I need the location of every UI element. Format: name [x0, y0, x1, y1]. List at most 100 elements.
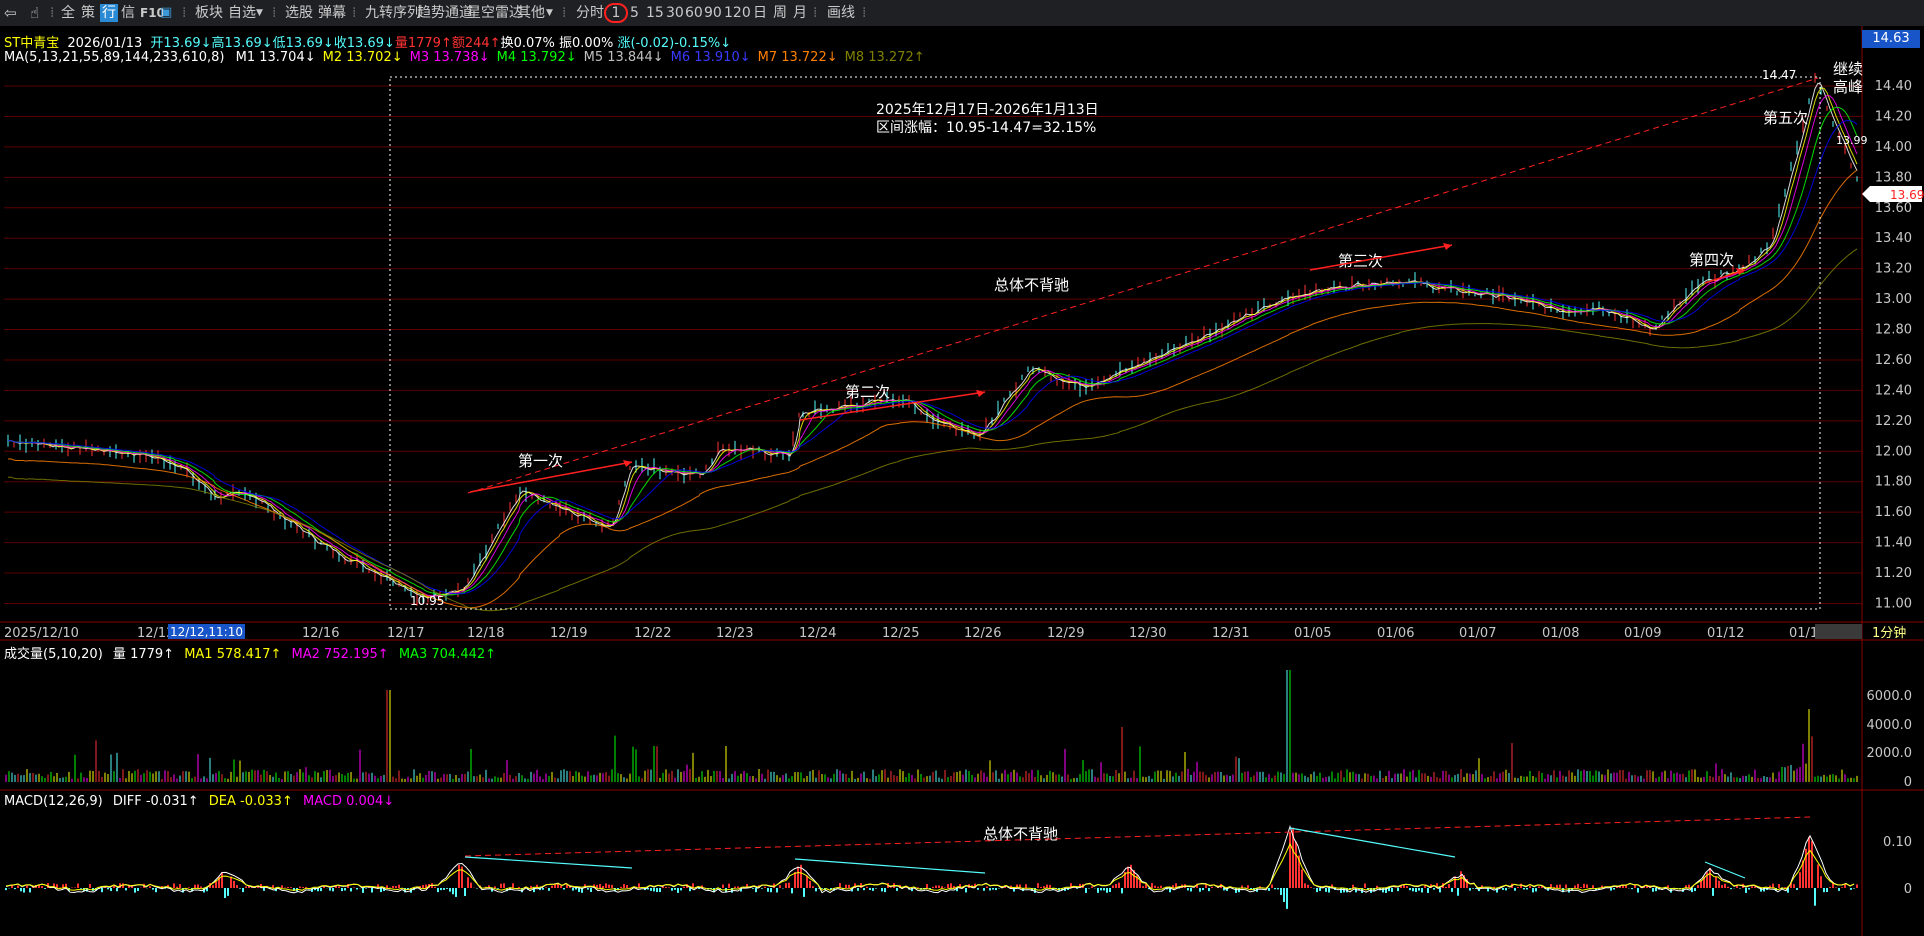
chevron-down-icon[interactable]: ▼: [256, 4, 263, 22]
macd-title: MACD(12,26,9): [4, 794, 103, 809]
wave-label: 第一次: [518, 452, 563, 470]
peak-label: 高峰: [1833, 78, 1863, 96]
back-icon[interactable]: ⇦: [4, 4, 17, 22]
period-1min[interactable]: 1: [604, 3, 628, 23]
quote-close: 收13.69↓: [333, 36, 395, 51]
period-week[interactable]: 周: [773, 4, 787, 22]
y-tick-label: 0: [1904, 882, 1912, 897]
quote-amount: 额244↑: [451, 36, 501, 51]
x-tick-label: 12/30: [1129, 626, 1166, 641]
y-tick-label: 13.00: [1875, 292, 1912, 307]
legend-v: 1779↑: [130, 647, 175, 662]
y-tick-label: 0: [1904, 775, 1912, 790]
legend-k: MA1: [184, 647, 213, 662]
x-tick-label: 12/16: [302, 626, 339, 641]
quote-high: 高13.69↓: [211, 36, 273, 51]
quote-header: ST中青宝 2026/01/13 开13.69↓高13.69↓低13.69↓收1…: [4, 32, 731, 51]
quote-change: 涨(-0.02)-0.15%↓: [617, 36, 732, 51]
period-120min[interactable]: 120: [724, 4, 751, 22]
ma-item-m2: M2 13.702↓: [322, 50, 403, 65]
tool-sector[interactable]: 板块: [195, 4, 223, 22]
tool-other[interactable]: 其他: [517, 4, 545, 22]
tool-star-radar[interactable]: 星空雷达: [467, 4, 523, 22]
tool-trend-channel[interactable]: 趋势通道: [417, 4, 473, 22]
y-tick-label: 0.10: [1883, 835, 1912, 850]
y-tick-label: 6000.0: [1867, 689, 1913, 704]
high-mark: 14.47: [1762, 68, 1796, 82]
x-tick-label: 12/23: [716, 626, 753, 641]
y-tick-label: 14.00: [1875, 140, 1912, 155]
x-tick-label: 01/06: [1377, 626, 1414, 641]
y-tick-label: 13.60: [1875, 201, 1912, 216]
y-tick-label: 11.00: [1875, 596, 1912, 611]
top-toolbar: ⇦ ☝ ⁞ 全 策 行 信 F10 ▣ ⁞ 板块 自选 ▼ ⁞ 选股 弹幕 ⁞ …: [0, 0, 1924, 27]
price-badge: 14.63: [1862, 30, 1920, 48]
y-tick-label: 11.80: [1875, 475, 1912, 490]
window-icon[interactable]: ▣: [160, 4, 172, 22]
divider: ⁞: [182, 5, 187, 21]
legend-v: -0.033↑: [240, 794, 293, 809]
y-tick-label: 12.00: [1875, 444, 1912, 459]
divider: ⁞: [352, 5, 357, 21]
hand-icon[interactable]: ☝: [30, 4, 39, 22]
quote-volume: 量1779↑: [394, 36, 452, 51]
ma-item-m4: M4 13.792↓: [496, 50, 577, 65]
quote-open: 开13.69↓: [150, 36, 212, 51]
tool-strategy[interactable]: 策: [81, 4, 95, 22]
y-tick-label: 11.60: [1875, 505, 1912, 520]
ma-item-m1: M1 13.704↓: [235, 50, 316, 65]
x-tick-label: 12/24: [799, 626, 836, 641]
range-gain: 区间涨幅：10.95-14.47=32.15%: [876, 120, 1096, 136]
period-30min[interactable]: 30: [666, 4, 684, 22]
scroll-thumb[interactable]: [1815, 624, 1862, 639]
y-tick-label: 12.20: [1875, 414, 1912, 429]
quote-turnover: 换0.07%: [500, 36, 555, 51]
tool-watchlist[interactable]: 自选: [228, 4, 256, 22]
legend-k: DIFF: [112, 794, 142, 809]
range-title: 2025年12月17日-2026年1月13日: [876, 102, 1099, 118]
y-tick-label: 2000.0: [1867, 746, 1913, 761]
x-tick-label: 01/12: [1707, 626, 1744, 641]
y-tick-label: 4000.0: [1867, 718, 1913, 733]
quote-low: 低13.69↓: [272, 36, 334, 51]
tool-draw-line[interactable]: 画线: [827, 4, 855, 22]
y-tick-label: 13.80: [1875, 170, 1912, 185]
period-day[interactable]: 日: [753, 4, 767, 22]
tool-nine-turn[interactable]: 九转序列: [365, 4, 421, 22]
tool-stock-picker[interactable]: 选股: [285, 4, 313, 22]
y-tick-label: 11.40: [1875, 536, 1912, 551]
legend-v: 0.004↓: [346, 794, 395, 809]
x-tick-label: 12/25: [882, 626, 919, 641]
x-tick-label: 01/07: [1459, 626, 1496, 641]
volume-title: 成交量(5,10,20): [4, 647, 103, 662]
period-month[interactable]: 月: [793, 4, 807, 22]
x-tick-label: 01/08: [1542, 626, 1579, 641]
tool-market[interactable]: 行: [100, 4, 118, 22]
legend-k: 量: [112, 647, 126, 662]
divider: ⁞: [272, 5, 277, 21]
ma-item-m8: M8 13.272↑: [844, 50, 925, 65]
tool-all[interactable]: 全: [61, 4, 75, 22]
tool-info[interactable]: 信: [121, 4, 135, 22]
x-tick-label: 12/31: [1212, 626, 1249, 641]
level-mark: 13.99: [1836, 134, 1868, 147]
period-15min[interactable]: 15: [646, 4, 664, 22]
y-tick-label: 14.20: [1875, 109, 1912, 124]
x-tick-label: 01/05: [1294, 626, 1331, 641]
low-mark: 10.95: [410, 594, 444, 608]
y-tick-label: 13.40: [1875, 231, 1912, 246]
ma-item-m7: M7 13.722↓: [757, 50, 838, 65]
tab-intraday[interactable]: 分时: [576, 4, 604, 22]
x-tick-label: 12/18: [467, 626, 504, 641]
ma-label: MA(5,13,21,55,89,144,233,610,8): [4, 50, 225, 65]
legend-k: DEA: [208, 794, 236, 809]
period-5min[interactable]: 5: [630, 4, 639, 22]
tool-danmaku[interactable]: 弹幕: [318, 4, 346, 22]
chevron-down-icon[interactable]: ▼: [546, 4, 553, 22]
quote-amplitude: 振0.00%: [559, 36, 614, 51]
y-tick-label: 11.20: [1875, 566, 1912, 581]
period-60min[interactable]: 60: [685, 4, 703, 22]
period-90min[interactable]: 90: [704, 4, 722, 22]
ma-item-m6: M6 13.910↓: [670, 50, 751, 65]
stock-name: ST中青宝: [4, 36, 60, 51]
